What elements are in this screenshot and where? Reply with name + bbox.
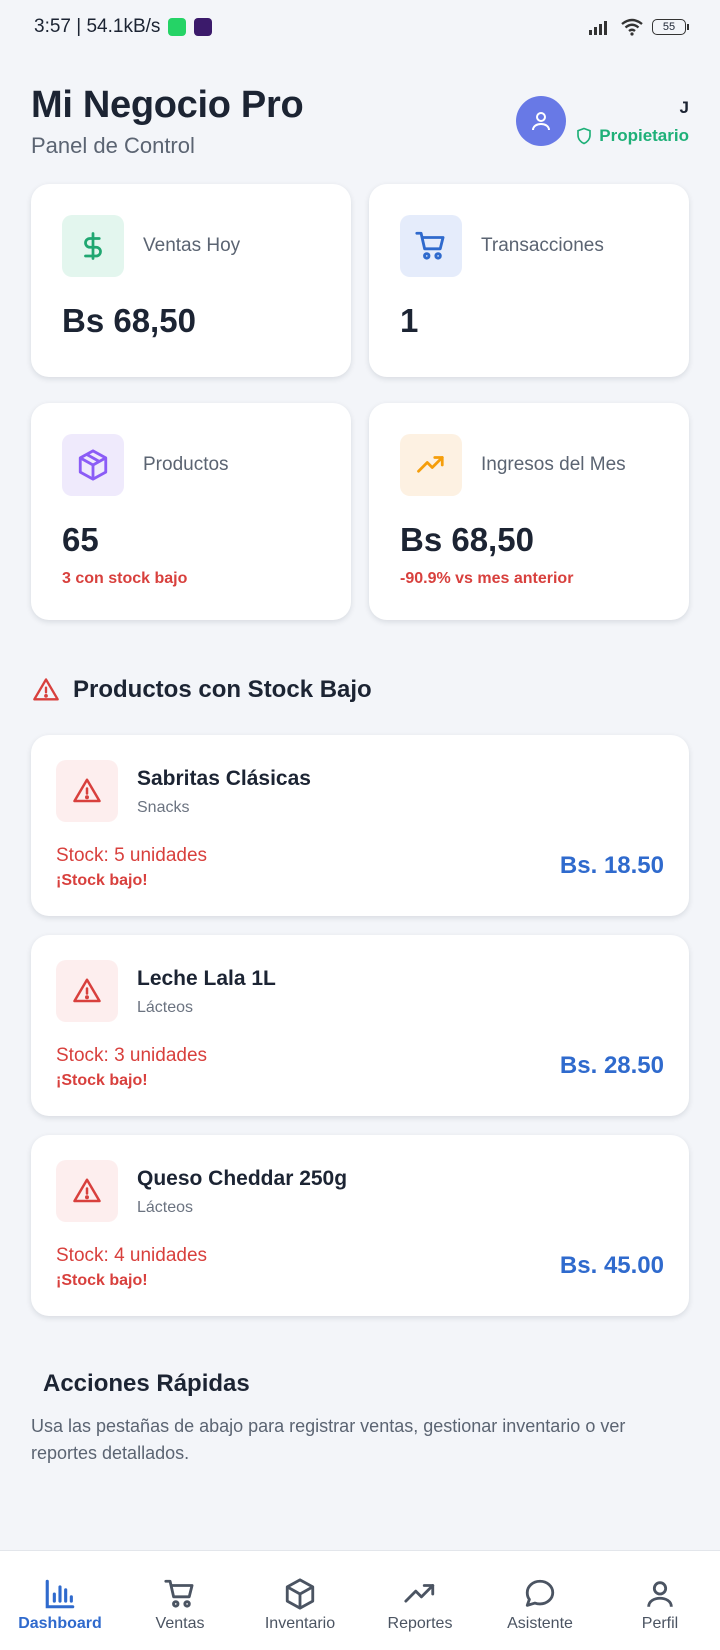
trending-up-icon: [417, 456, 444, 473]
product-card[interactable]: Queso Cheddar 250g Lácteos Stock: 4 unid…: [31, 1135, 689, 1316]
product-price: Bs. 45.00: [559, 1252, 664, 1279]
stat-value: 65: [62, 521, 99, 558]
stat-label: Productos: [143, 454, 229, 475]
nav-tab-reportes[interactable]: Reportes: [360, 1551, 480, 1650]
signal-icon: [589, 21, 607, 35]
stat-card-productos[interactable]: Productos 65 3 con stock bajo: [31, 403, 351, 620]
battery-level: 55: [662, 21, 676, 33]
low-stock-section-title: Productos con Stock Bajo: [31, 676, 372, 704]
page-title: Mi Negocio Pro: [31, 84, 304, 126]
stat-icon-box: [62, 434, 124, 496]
product-price: Bs. 18.50: [559, 852, 664, 879]
product-price: Bs. 28.50: [559, 1052, 664, 1079]
user-icon: [647, 1581, 673, 1607]
section-title-label: Productos con Stock Bajo: [73, 676, 372, 703]
wifi-icon: [621, 18, 643, 36]
quick-actions-title: Acciones Rápidas: [43, 1370, 250, 1397]
avatar[interactable]: [516, 96, 566, 146]
stat-note: -90.9% vs mes anterior: [400, 570, 574, 587]
dollar-icon: [84, 232, 102, 260]
stat-label: Ventas Hoy: [143, 235, 241, 256]
stat-icon-box: [400, 434, 462, 496]
quick-actions-text: Usa las pestañas de abajo para registrar…: [31, 1416, 626, 1463]
box-icon: [78, 449, 108, 481]
stat-label: Ingresos del Mes: [481, 454, 626, 475]
warning-triangle-icon: [73, 1178, 101, 1203]
status-bar: 3:57 | 54.1kB/s 55: [0, 0, 720, 54]
nav-label: Perfil: [641, 1615, 679, 1632]
stat-note: 3 con stock bajo: [62, 570, 188, 587]
product-stock-warning: ¡Stock bajo!: [56, 872, 148, 889]
user-initial: J: [679, 98, 689, 117]
app-notification-icon: [194, 18, 213, 36]
product-stock-warning: ¡Stock bajo!: [56, 1072, 148, 1089]
product-card[interactable]: Leche Lala 1L Lácteos Stock: 3 unidades …: [31, 935, 689, 1116]
product-category: Lácteos: [137, 999, 194, 1016]
cart-icon: [164, 1579, 194, 1608]
role-label: Propietario: [599, 126, 689, 145]
nav-tab-asistente[interactable]: Asistente: [480, 1551, 600, 1650]
box-icon: [285, 1578, 315, 1610]
nav-label: Inventario: [264, 1615, 336, 1632]
battery-icon: 55: [652, 19, 689, 35]
product-icon-box: [56, 1160, 118, 1222]
product-stock: Stock: 5 unidades: [56, 845, 208, 866]
trending-up-icon: [404, 1584, 435, 1603]
header: Mi Negocio Pro Panel de Control J Propie…: [31, 84, 689, 164]
nav-label: Asistente: [507, 1615, 573, 1632]
stat-card-ventas-hoy[interactable]: Ventas Hoy Bs 68,50: [31, 184, 351, 377]
product-category: Lácteos: [137, 1199, 194, 1216]
nav-tab-perfil[interactable]: Perfil: [600, 1551, 720, 1650]
status-time: 3:57 | 54.1kB/s: [34, 16, 161, 37]
role-badge: Propietario: [575, 126, 689, 146]
cart-icon: [415, 231, 445, 260]
product-name: Queso Cheddar 250g: [137, 1167, 348, 1190]
stat-card-ingresos-mes[interactable]: Ingresos del Mes Bs 68,50 -90.9% vs mes …: [369, 403, 689, 620]
stat-card-transacciones[interactable]: Transacciones 1: [369, 184, 689, 377]
product-stock: Stock: 4 unidades: [56, 1245, 208, 1266]
stat-value: 1: [400, 302, 419, 339]
product-name: Sabritas Clásicas: [137, 767, 311, 790]
chat-bubble-icon: [525, 1579, 555, 1607]
nav-tab-dashboard[interactable]: Dashboard: [0, 1551, 120, 1650]
shield-icon: [577, 127, 592, 145]
product-category: Snacks: [137, 799, 190, 816]
stat-icon-box: [400, 215, 462, 277]
warning-triangle-icon: [73, 978, 101, 1003]
product-stock: Stock: 3 unidades: [56, 1045, 208, 1066]
bar-chart-icon: [45, 1579, 75, 1609]
warning-triangle-icon: [33, 678, 59, 701]
nav-label: Reportes: [387, 1615, 453, 1632]
user-icon: [532, 112, 550, 131]
nav-tab-ventas[interactable]: Ventas: [120, 1551, 240, 1650]
product-icon-box: [56, 760, 118, 822]
stat-value: Bs 68,50: [400, 521, 534, 558]
product-name: Leche Lala 1L: [137, 967, 276, 990]
nav-label: Ventas: [155, 1615, 205, 1632]
stat-value: Bs 68,50: [62, 302, 196, 339]
warning-triangle-icon: [73, 778, 101, 803]
bottom-nav: Dashboard Ventas Inventario Reportes Asi…: [0, 1550, 720, 1650]
product-card[interactable]: Sabritas Clásicas Snacks Stock: 5 unidad…: [31, 735, 689, 916]
product-stock-warning: ¡Stock bajo!: [56, 1272, 148, 1289]
nav-label: Dashboard: [18, 1615, 102, 1632]
stat-label: Transacciones: [481, 235, 604, 256]
nav-tab-inventario[interactable]: Inventario: [240, 1551, 360, 1650]
stat-icon-box: [62, 215, 124, 277]
product-icon-box: [56, 960, 118, 1022]
whatsapp-icon: [168, 18, 187, 36]
